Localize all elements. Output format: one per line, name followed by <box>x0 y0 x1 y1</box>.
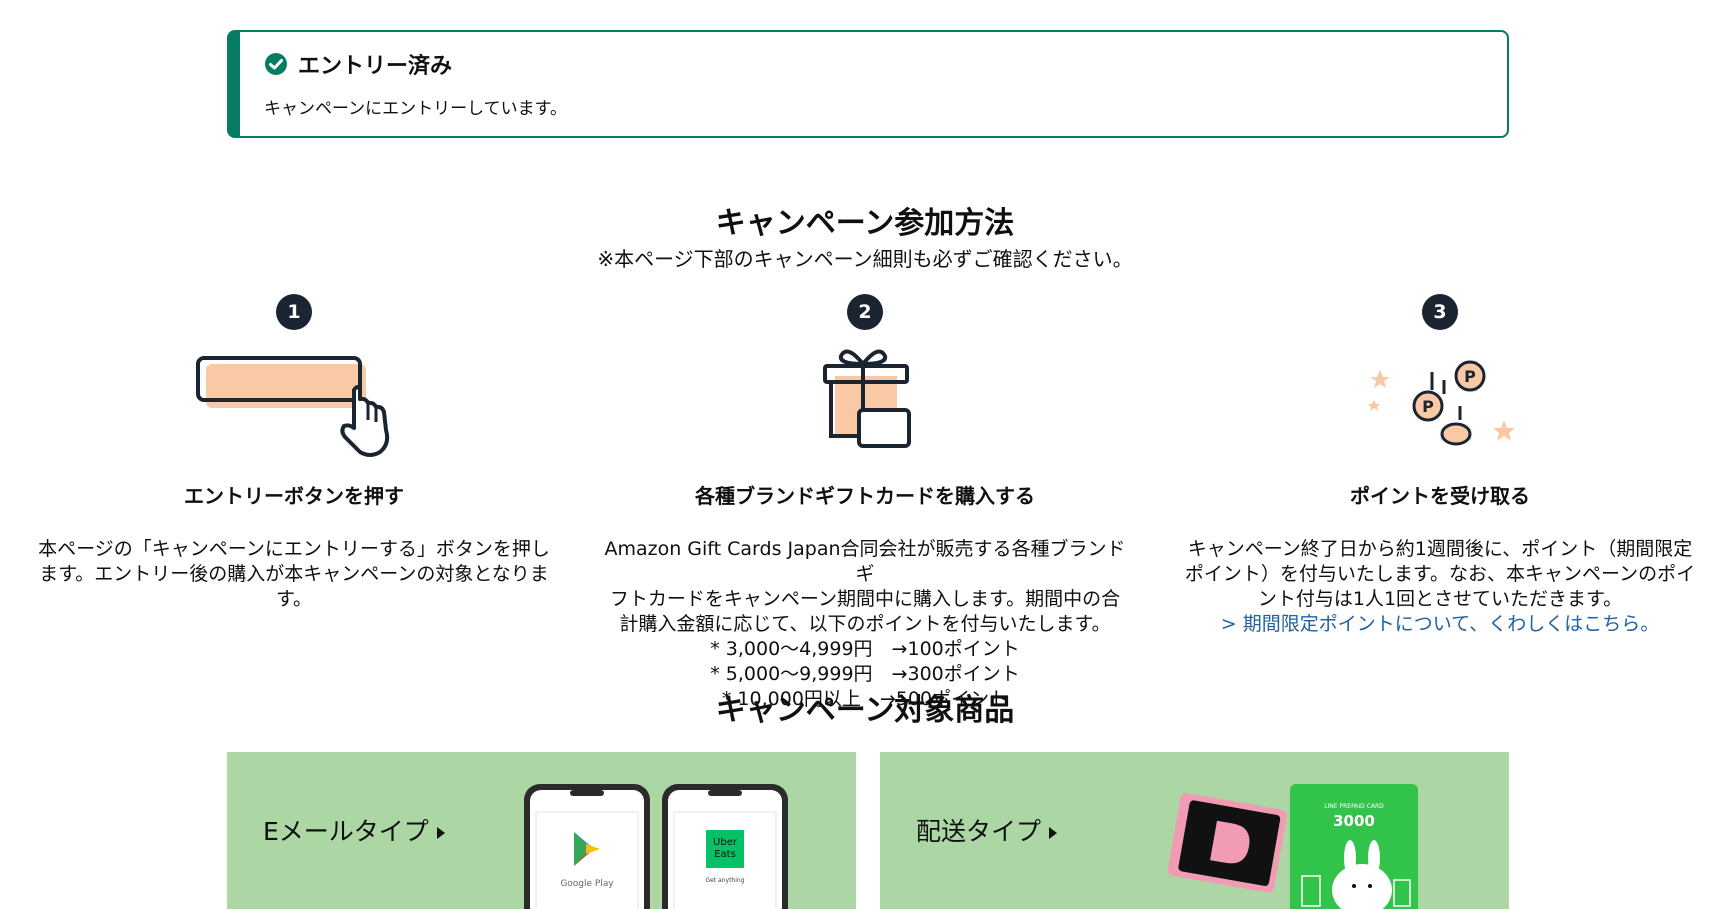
check-circle-icon <box>265 53 287 75</box>
gift-card-header: LINE PREPAID CARD <box>1324 803 1384 810</box>
step-line: 本ページの「キャンペーンにエントリーする」ボタンを押し <box>38 538 550 560</box>
step-2: 2 各種ブランドギフトカードを購入する Amazon Gift Cards Ja… <box>585 294 1145 712</box>
uber-eats-label-line-1: Uber <box>713 837 738 848</box>
points-coins-icon: P P <box>1368 360 1515 446</box>
point-tier: * 3,000〜4,999円 →100ポイント <box>710 638 1020 660</box>
step-title: エントリーボタンを押す <box>184 484 404 508</box>
email-type-link[interactable]: Eメールタイプ <box>263 812 445 848</box>
step-line: ポイント）を付与いたします。なお、本キャンペーンのポイ <box>1184 563 1696 585</box>
google-play-caption: Google Play <box>560 879 614 889</box>
svg-text:P: P <box>1422 397 1434 416</box>
step-line: ント付与は1人1回とさせていただきます。 <box>1257 588 1623 610</box>
step-description: キャンペーン終了日から約1週間後に、ポイント（期間限定 ポイント）を付与いたしま… <box>1160 537 1720 637</box>
product-shipping-type[interactable]: 配送タイプ LINE PREPAID CARD 3000 <box>880 752 1509 909</box>
phones-illustration: Google Play Uber Eats Get anything <box>524 784 788 909</box>
entry-status-title: エントリー済み <box>298 54 453 79</box>
product-email-type[interactable]: Eメールタイプ Google Play Uber Eats Get anythi… <box>227 752 856 909</box>
products-title: キャンペーン対象商品 <box>715 693 1015 728</box>
gift-cards-illustration: LINE PREPAID CARD 3000 <box>1167 784 1418 909</box>
step-line: Amazon Gift Cards Japan合同会社が販売する各種ブランドギ <box>604 538 1126 585</box>
step-title: ポイントを受け取る <box>1350 484 1530 508</box>
step-number-badge: 3 <box>1422 294 1458 330</box>
step-line: フトカードをキャンペーン期間中に購入します。期間中の合 <box>609 588 1121 610</box>
step-line: す。 <box>275 588 313 610</box>
entry-status-description: キャンペーンにエントリーしています。 <box>264 99 567 119</box>
step-title: 各種ブランドギフトカードを購入する <box>695 484 1035 508</box>
step-3: 3 P P ポイントを受け取る キャンペーン終了日から約1週間後に、ポイント（期… <box>1160 294 1720 637</box>
press-button-icon <box>196 356 390 457</box>
step-line: キャンペーン終了日から約1週間後に、ポイント（期間限定 <box>1187 538 1693 560</box>
step-description: 本ページの「キャンペーンにエントリーする」ボタンを押し ます。エントリー後の購入… <box>14 537 574 612</box>
shipping-type-link[interactable]: 配送タイプ <box>916 812 1058 848</box>
point-tier: * 5,000〜9,999円 →300ポイント <box>710 663 1020 685</box>
step-line: ます。エントリー後の購入が本キャンペーンの対象となりま <box>39 563 549 585</box>
limited-points-info-link[interactable]: > 期間限定ポイントについて、くわしくはこちら。 <box>1176 612 1704 637</box>
howto-title: キャンペーン参加方法 <box>715 206 1015 241</box>
gift-box-icon <box>823 349 911 448</box>
triangle-right-icon <box>1049 827 1058 839</box>
howto-note: ※本ページ下部のキャンペーン細則も必ずご確認ください。 <box>597 247 1133 271</box>
gift-card-amount: 3000 <box>1333 812 1375 830</box>
svg-text:P: P <box>1464 367 1476 386</box>
step-1: 1 エントリーボタンを押す 本ページの「キャンペーンにエントリーする」ボタンを押… <box>14 294 574 612</box>
entry-header: エントリー済み <box>264 48 452 80</box>
email-type-label: Eメールタイプ <box>263 817 429 846</box>
uber-eats-caption: Get anything <box>705 877 744 884</box>
entry-status-box: エントリー済み キャンペーンにエントリーしています。 <box>227 30 1509 138</box>
uber-eats-label-line-2: Eats <box>714 849 736 860</box>
triangle-right-icon <box>436 827 445 839</box>
shipping-type-label: 配送タイプ <box>916 817 1042 846</box>
step-number-badge: 1 <box>276 294 312 330</box>
step-number-badge: 2 <box>847 294 883 330</box>
step-line: 計購入金額に応じて、以下のポイントを付与いたします。 <box>619 613 1111 635</box>
